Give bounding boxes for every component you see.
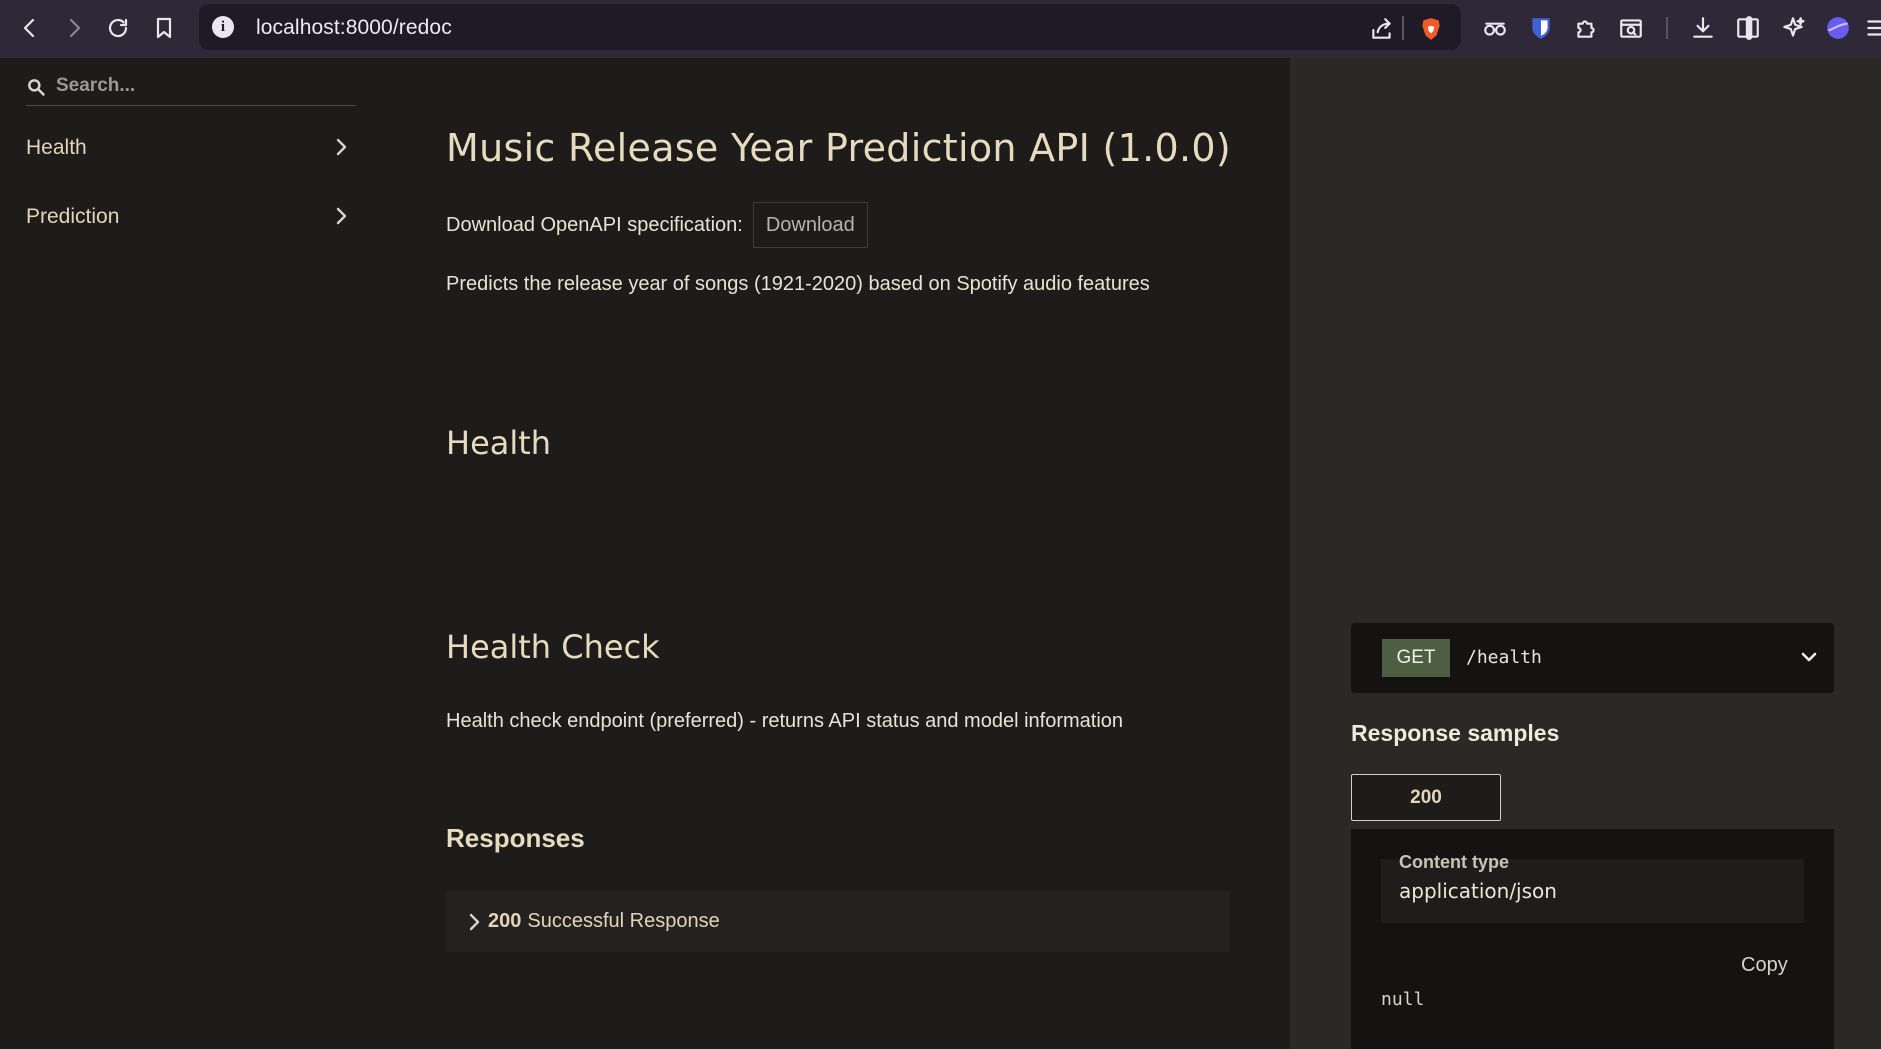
- sidebar-toggle-icon[interactable]: [1733, 13, 1763, 43]
- content-type-select[interactable]: Content type application/json: [1381, 852, 1804, 923]
- reload-button[interactable]: [100, 10, 136, 46]
- endpoint-path: /health: [1466, 647, 1542, 668]
- sidebar-item-health[interactable]: Health: [0, 120, 385, 176]
- bookmark-button[interactable]: [146, 10, 182, 46]
- chevron-right-icon: [333, 136, 351, 163]
- api-description: Predicts the release year of songs (1921…: [446, 273, 1150, 295]
- download-label: Download OpenAPI specification:: [446, 213, 743, 236]
- extension-glasses-icon[interactable]: [1480, 13, 1510, 43]
- content-type-label: Content type: [1399, 852, 1509, 872]
- chevron-right-icon: [333, 205, 351, 232]
- sidebar-item-label: Health: [26, 136, 87, 159]
- vpn-icon[interactable]: [1823, 13, 1853, 43]
- address-bar[interactable]: i localhost:8000/redoc: [199, 4, 1461, 50]
- leo-ai-sparkle-icon[interactable]: [1778, 13, 1808, 43]
- search-icon: [26, 77, 46, 102]
- operation-title: Health Check: [446, 628, 660, 666]
- extensions-puzzle-icon[interactable]: [1571, 13, 1601, 43]
- endpoint-selector[interactable]: GET /health: [1351, 623, 1834, 693]
- download-row: Download OpenAPI specification: Download: [446, 202, 868, 248]
- reload-icon: [108, 18, 128, 38]
- url-text[interactable]: localhost:8000/redoc: [256, 16, 452, 40]
- brave-shields-icon[interactable]: [1416, 14, 1446, 44]
- api-title: Music Release Year Prediction API (1.0.0…: [446, 126, 1231, 170]
- response-sample-box: Content type application/json Copy null: [1351, 829, 1834, 1049]
- sidebar-item-prediction[interactable]: Prediction: [0, 189, 385, 245]
- search-input[interactable]: [56, 72, 346, 100]
- bookmark-icon: [156, 17, 172, 39]
- page-search-icon[interactable]: [1616, 13, 1646, 43]
- download-button[interactable]: Download: [752, 202, 868, 248]
- sample-json-value: null: [1381, 989, 1425, 1010]
- copy-button[interactable]: Copy: [1741, 954, 1788, 977]
- search-box: [26, 68, 356, 106]
- redoc-page: Health Prediction Music Release Year Pre…: [0, 58, 1881, 1049]
- divider: [1402, 16, 1404, 40]
- response-code: 200: [488, 910, 522, 932]
- share-icon[interactable]: [1367, 14, 1397, 44]
- response-description: Successful Response: [527, 910, 720, 932]
- content-type-value: application/json: [1399, 879, 1557, 903]
- divider: [1666, 17, 1668, 39]
- bitwarden-shield-icon[interactable]: [1526, 13, 1556, 43]
- forward-arrow-icon: [69, 18, 81, 38]
- downloads-icon[interactable]: [1688, 13, 1718, 43]
- responses-heading: Responses: [446, 823, 585, 853]
- section-title-health: Health: [446, 424, 552, 462]
- back-button[interactable]: [12, 10, 48, 46]
- http-method-badge: GET: [1382, 639, 1450, 677]
- chevron-down-icon[interactable]: [1799, 649, 1819, 670]
- sidebar: Health Prediction: [0, 58, 385, 1049]
- menu-icon[interactable]: [1862, 13, 1881, 43]
- right-panel: GET /health Response samples 200 Content…: [1290, 58, 1881, 1049]
- browser-toolbar: i localhost:8000/redoc: [0, 0, 1881, 58]
- response-200-row[interactable]: 200 Successful Response: [446, 891, 1230, 952]
- back-arrow-icon: [23, 18, 35, 38]
- site-info-icon[interactable]: i: [212, 16, 234, 38]
- operation-description: Health check endpoint (preferred) - retu…: [446, 710, 1124, 732]
- chevron-right-icon: [468, 911, 482, 933]
- response-tab-200[interactable]: 200: [1351, 774, 1501, 821]
- main-content: Music Release Year Prediction API (1.0.0…: [385, 58, 1290, 1049]
- sidebar-item-label: Prediction: [26, 205, 120, 228]
- forward-button[interactable]: [56, 10, 92, 46]
- response-samples-title: Response samples: [1351, 720, 1560, 746]
